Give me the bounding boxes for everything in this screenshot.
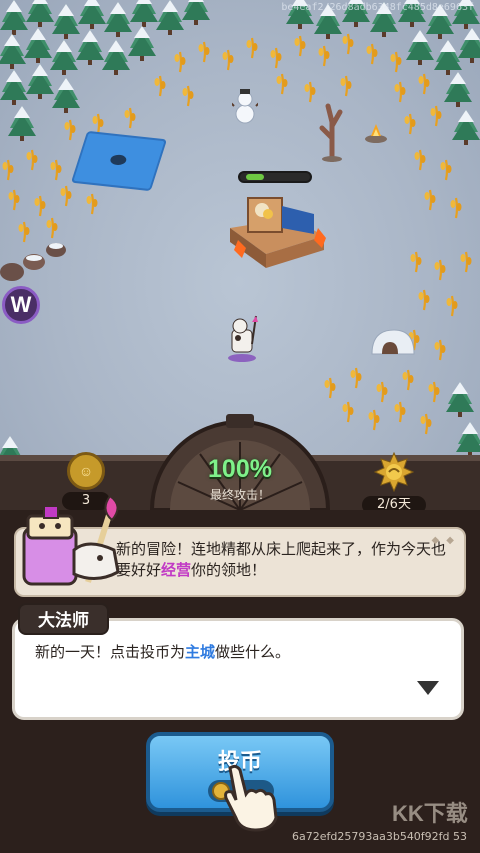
final-attack-label: 最终攻击！ [209,488,270,502]
next-arrow-icon[interactable] [417,681,439,695]
previous-message-text: 新的冒险！连地精都从床上爬起来了，作为今天也要好好经营你的领地！ [116,540,447,579]
speaker-name-tag: 大法师 [18,603,109,635]
watermark-top: be4eaf2/26d8adb6348fc485d8e6963f [281,2,474,13]
site-watermark: KK下载 [392,801,468,826]
main-castle[interactable] [222,188,332,270]
hash-watermark: 6a72efd25793aa3b540f92fd 53 [292,830,468,843]
enemy-wave-badge[interactable]: W [2,286,40,324]
sun-icon [373,451,415,493]
castle-health-fill [246,174,264,180]
campfire [365,124,387,143]
archmage-avatar [22,494,120,586]
coin-icon: ☺ [67,452,105,490]
boulders [0,243,66,281]
ice-hole [108,154,128,166]
igloo [371,329,415,355]
castle-health-bar [238,171,312,183]
dead-tree [319,103,343,162]
day-counter: 2/6天 [362,451,426,514]
snowman [232,89,258,124]
hero-unit[interactable] [224,314,260,362]
attack-percent: 100% [208,455,272,483]
tap-hint-hand-icon [224,764,278,832]
frozen-lake [70,130,168,192]
corner-dots: ◆ ◆ [431,535,456,546]
game-map[interactable]: W be4eaf2/26d8adb6348fc485d8e6963f [0,0,480,470]
current-dialog-text: 新的一天！点击投币为主城做些什么。 [35,643,291,661]
